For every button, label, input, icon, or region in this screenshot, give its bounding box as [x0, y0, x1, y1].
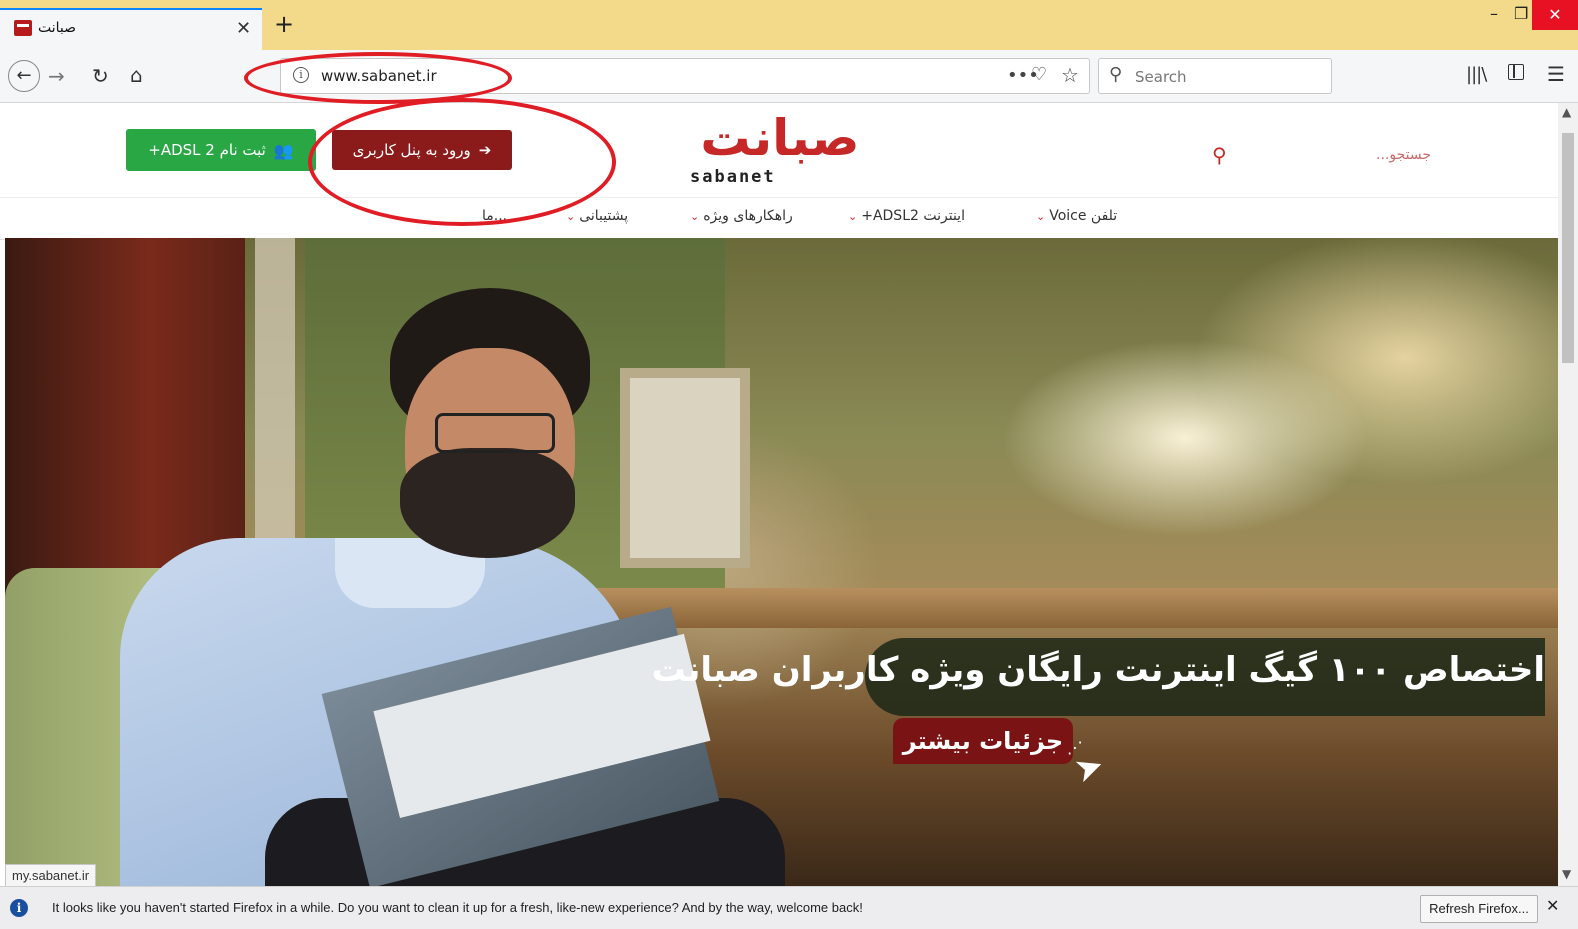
register-adsl-button[interactable]: 👥 ثبت نام ADSL 2+: [126, 129, 316, 171]
back-button[interactable]: ←: [8, 60, 40, 92]
scrollbar-thumb[interactable]: [1562, 133, 1574, 363]
person-glasses: [435, 413, 555, 453]
register-label: ثبت نام ADSL 2+: [148, 141, 266, 159]
pocket-icon[interactable]: ♡: [1031, 64, 1047, 85]
chevron-down-icon: ⌄: [1036, 210, 1046, 223]
minimize-window-button[interactable]: –: [1490, 4, 1498, 23]
nav-label-adsl: اینترنت ADSL2+: [861, 208, 965, 224]
hero-picture-frame: [620, 368, 750, 568]
login-panel-button[interactable]: ➔ ورود به پنل کاربری: [332, 130, 512, 170]
library-icon[interactable]: |||\: [1466, 64, 1487, 85]
restore-window-button[interactable]: ❐: [1514, 4, 1528, 23]
nav-item-voice[interactable]: تلفن Voice⌄: [1036, 208, 1117, 224]
sidebar-icon[interactable]: [1508, 64, 1524, 80]
hero-banner[interactable]: اختصاص ۱۰۰ گیگ اینترنت رایگان ویژه کاربر…: [5, 238, 1558, 886]
person-beard: [400, 448, 575, 558]
users-icon: 👥: [273, 140, 294, 160]
site-search-icon[interactable]: ⚲: [1212, 143, 1227, 167]
nav-item-solutions[interactable]: راهکارهای ویژه⌄: [690, 208, 793, 224]
login-label: ورود به پنل کاربری: [352, 141, 471, 159]
sign-in-icon: ➔: [478, 141, 492, 159]
site-logo[interactable]: صبانت sabanet: [680, 109, 880, 195]
nav-item-about[interactable]: ...ما: [482, 208, 507, 224]
logo-text-english: sabanet: [690, 167, 776, 187]
close-icon[interactable]: ✕: [1546, 896, 1559, 915]
hero-headline: اختصاص ۱۰۰ گیگ اینترنت رایگان ویژه کاربر…: [651, 650, 1545, 690]
nav-label-support: پشتیبانی: [579, 208, 629, 224]
main-nav: تلفن Voice⌄ اینترنت ADSL2+⌄ راهکارهای وی…: [0, 197, 1558, 240]
navigation-toolbar: ← → ↻ ⌂ i www.sabanet.ir ••• ♡ ☆ ⚲ Searc…: [0, 50, 1578, 103]
notification-text: It looks like you haven't started Firefo…: [52, 900, 863, 915]
scroll-down-icon[interactable]: ▼: [1562, 867, 1571, 881]
browser-search-box[interactable]: ⚲ Search: [1098, 58, 1332, 94]
nav-label-about: ...ما: [482, 208, 508, 224]
new-tab-button[interactable]: +: [274, 12, 294, 36]
home-button[interactable]: ⌂: [130, 63, 143, 87]
bookmark-star-icon[interactable]: ☆: [1061, 63, 1079, 87]
site-header: 👥 ثبت نام ADSL 2+ ➔ ورود به پنل کاربری ص…: [0, 103, 1558, 197]
chevron-down-icon: ⌄: [848, 210, 858, 223]
site-favicon-icon: [14, 20, 32, 36]
info-icon: i: [10, 899, 28, 917]
scroll-up-icon[interactable]: ▲: [1562, 105, 1571, 119]
logo-text-persian: صبانت: [700, 109, 861, 167]
chevron-down-icon: ⌄: [566, 210, 576, 223]
close-window-button[interactable]: ✕: [1532, 0, 1578, 30]
site-search-input[interactable]: جستجو...: [1376, 147, 1431, 163]
nav-item-support[interactable]: پشتیبانی⌄: [566, 208, 628, 224]
browser-tab[interactable]: صبانت ✕: [0, 8, 262, 50]
chevron-down-icon: ⌄: [690, 210, 700, 223]
hamburger-menu-icon[interactable]: ☰: [1547, 62, 1565, 86]
forward-button[interactable]: →: [48, 64, 65, 88]
close-tab-icon[interactable]: ✕: [236, 18, 251, 39]
nav-label-voice: تلفن Voice: [1049, 208, 1118, 224]
notification-bar: i It looks like you haven't started Fire…: [0, 886, 1578, 929]
more-details-button[interactable]: جزئیات بیشتر: [893, 718, 1073, 764]
browser-search-placeholder[interactable]: Search: [1135, 68, 1187, 86]
info-icon[interactable]: i: [293, 67, 309, 83]
status-link-preview: my.sabanet.ir: [5, 864, 97, 888]
search-icon: ⚲: [1109, 64, 1123, 85]
nav-item-adsl[interactable]: اینترنت ADSL2+⌄: [848, 208, 965, 224]
tab-strip: صبانت ✕ + – ❐ ✕: [0, 0, 1578, 50]
refresh-firefox-button[interactable]: Refresh Firefox...: [1420, 895, 1538, 923]
page-scrollbar[interactable]: ▲ ▼: [1558, 103, 1578, 886]
reload-button[interactable]: ↻: [92, 64, 109, 88]
address-bar[interactable]: i www.sabanet.ir ••• ♡ ☆: [280, 58, 1090, 94]
url-text[interactable]: www.sabanet.ir: [321, 67, 437, 85]
tab-title: صبانت: [38, 20, 77, 36]
hero-shelf: [525, 588, 1558, 628]
nav-label-solutions: راهکارهای ویژه: [703, 208, 793, 224]
